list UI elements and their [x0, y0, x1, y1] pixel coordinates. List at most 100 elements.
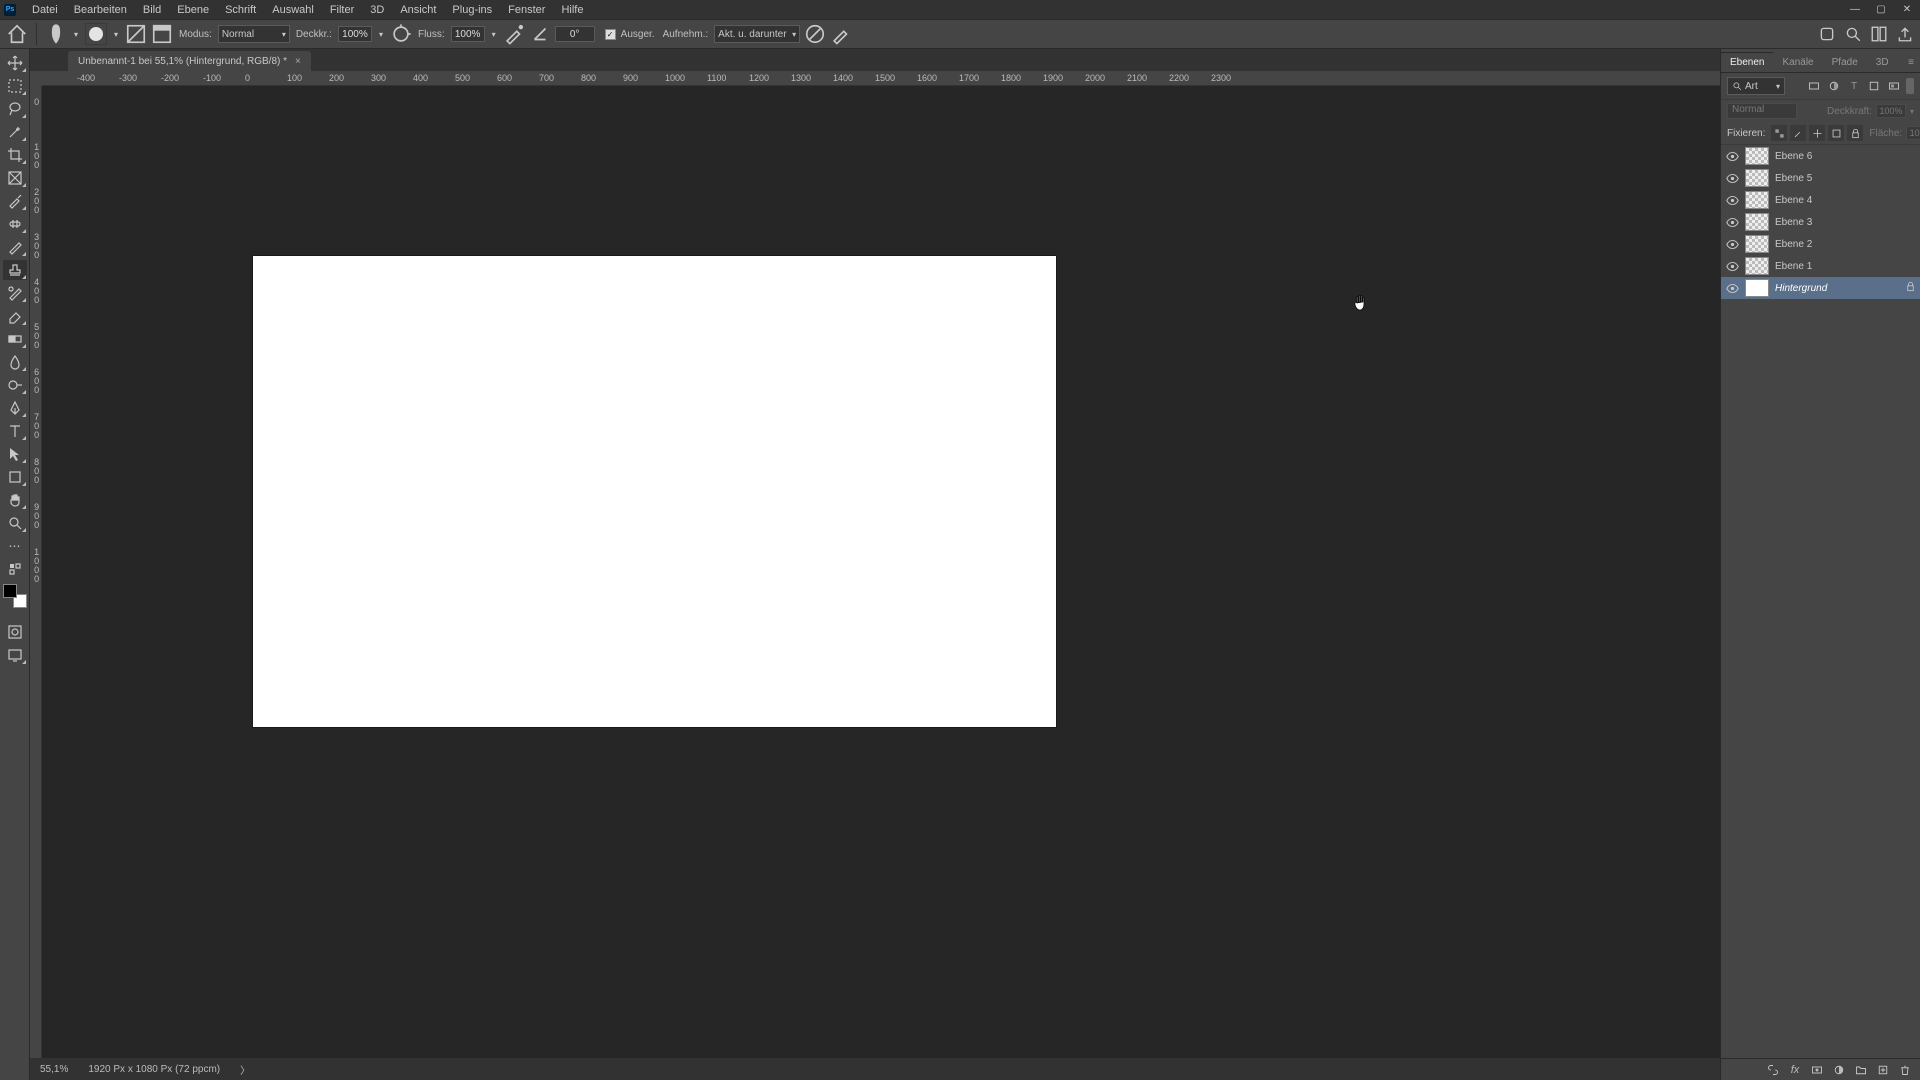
menu-filter[interactable]: Filter [322, 2, 362, 18]
airbrush-button[interactable] [503, 23, 525, 45]
lock-transparency-button[interactable] [1771, 125, 1787, 141]
wand-tool[interactable] [3, 122, 27, 142]
hand-tool[interactable] [3, 490, 27, 510]
layer-mask-button[interactable] [1810, 1063, 1824, 1077]
layer-row[interactable]: Ebene 5 [1721, 167, 1920, 189]
visibility-eye-icon[interactable] [1725, 259, 1739, 273]
lock-icon[interactable] [1905, 281, 1916, 295]
lock-image-button[interactable] [1790, 125, 1806, 141]
group-button[interactable] [1854, 1063, 1868, 1077]
pen-tool[interactable] [3, 398, 27, 418]
menu-auswahl[interactable]: Auswahl [264, 2, 322, 18]
opacity-input[interactable] [338, 26, 372, 42]
menu-schrift[interactable]: Schrift [217, 2, 264, 18]
layer-name[interactable]: Ebene 1 [1775, 261, 1812, 272]
menu-ansicht[interactable]: Ansicht [392, 2, 444, 18]
panel-menu-button[interactable]: ≡ [1902, 53, 1920, 72]
dropdown-icon[interactable]: ▾ [376, 30, 386, 39]
filter-toggle[interactable] [1906, 78, 1914, 94]
history-brush-tool[interactable] [3, 283, 27, 303]
layer-row[interactable]: Ebene 3 [1721, 211, 1920, 233]
artboard[interactable] [253, 256, 1056, 727]
layer-thumbnail[interactable] [1745, 279, 1769, 297]
layer-row[interactable]: Ebene 2 [1721, 233, 1920, 255]
pressure-size-button[interactable] [830, 23, 852, 45]
visibility-eye-icon[interactable] [1725, 237, 1739, 251]
eyedropper-tool[interactable] [3, 191, 27, 211]
lock-nesting-button[interactable] [1828, 125, 1844, 141]
canvas-background[interactable] [42, 86, 1720, 1058]
layer-name[interactable]: Ebene 3 [1775, 217, 1812, 228]
angle-input[interactable] [555, 26, 595, 42]
dodge-tool[interactable] [3, 375, 27, 395]
document-tab[interactable]: Unbenannt-1 bei 55,1% (Hintergrund, RGB/… [68, 51, 311, 71]
menu-bearbeiten[interactable]: Bearbeiten [66, 2, 135, 18]
visibility-eye-icon[interactable] [1725, 193, 1739, 207]
layer-blend-select[interactable]: Normal [1727, 103, 1797, 119]
adjustment-layer-button[interactable] [1832, 1063, 1846, 1077]
new-layer-button[interactable] [1876, 1063, 1890, 1077]
window-minimize-button[interactable]: — [1842, 0, 1868, 19]
more-tools-button[interactable]: ⋯ [3, 536, 27, 556]
sample-select[interactable]: Akt. u. darunter▾ [714, 25, 800, 43]
window-close-button[interactable]: ✕ [1894, 0, 1920, 19]
panel-tab-ebenen[interactable]: Ebenen [1721, 52, 1773, 72]
panel-tab-kanäle[interactable]: Kanäle [1773, 53, 1822, 72]
path-select-tool[interactable] [3, 444, 27, 464]
dropdown-icon[interactable]: ▾ [71, 30, 81, 39]
tool-preset-picker[interactable] [45, 23, 67, 45]
layer-name[interactable]: Ebene 6 [1775, 151, 1812, 162]
close-tab-button[interactable]: × [295, 56, 301, 67]
workspace-button[interactable] [1870, 25, 1888, 43]
layer-name[interactable]: Ebene 4 [1775, 195, 1812, 206]
move-tool[interactable] [3, 53, 27, 73]
layer-name[interactable]: Hintergrund [1775, 283, 1827, 294]
layer-thumbnail[interactable] [1745, 257, 1769, 275]
ruler-vertical[interactable]: 01002003004005006007008009001000 [30, 86, 42, 1058]
flow-input[interactable] [451, 26, 485, 42]
brush-tool[interactable] [3, 237, 27, 257]
delete-layer-button[interactable] [1898, 1063, 1912, 1077]
lock-all-button[interactable] [1847, 125, 1863, 141]
panel-tab-3d[interactable]: 3D [1867, 53, 1898, 72]
layer-thumbnail[interactable] [1745, 235, 1769, 253]
quick-mask-button[interactable] [3, 622, 27, 642]
search-button[interactable] [1844, 25, 1862, 43]
marquee-tool[interactable] [3, 76, 27, 96]
layer-thumbnail[interactable] [1745, 213, 1769, 231]
aligned-checkbox[interactable]: ✓Ausger. [605, 29, 657, 40]
pressure-opacity-button[interactable] [390, 23, 412, 45]
shape-tool[interactable] [3, 467, 27, 487]
edit-toolbar-button[interactable] [3, 559, 27, 579]
layer-row[interactable]: Hintergrund [1721, 277, 1920, 299]
fill-input[interactable] [1906, 126, 1920, 140]
brush-settings-button[interactable] [125, 23, 147, 45]
ruler-horizontal[interactable]: -400-300-200-100010020030040050060070080… [42, 71, 1720, 86]
stamp-tool[interactable] [3, 260, 27, 280]
blend-mode-select[interactable]: Normal▾ [218, 25, 290, 43]
screen-mode-button[interactable] [3, 645, 27, 665]
blur-tool[interactable] [3, 352, 27, 372]
panel-tab-pfade[interactable]: Pfade [1823, 53, 1867, 72]
filter-shape-icon[interactable] [1866, 78, 1882, 94]
layer-name[interactable]: Ebene 5 [1775, 173, 1812, 184]
window-maximize-button[interactable]: ▢ [1868, 0, 1894, 19]
layer-opacity-input[interactable] [1876, 104, 1906, 118]
layer-row[interactable]: Ebene 6 [1721, 145, 1920, 167]
link-layers-button[interactable] [1766, 1063, 1780, 1077]
lock-position-button[interactable] [1809, 125, 1825, 141]
layer-thumbnail[interactable] [1745, 147, 1769, 165]
menu-fenster[interactable]: Fenster [500, 2, 553, 18]
ruler-origin[interactable] [30, 71, 42, 86]
zoom-level[interactable]: 55,1% [40, 1064, 68, 1075]
menu-hilfe[interactable]: Hilfe [553, 2, 591, 18]
menu-plug-ins[interactable]: Plug-ins [444, 2, 500, 18]
ignore-adjustment-button[interactable] [804, 23, 826, 45]
brush-panel-button[interactable] [151, 23, 173, 45]
frame-tool[interactable] [3, 168, 27, 188]
type-tool[interactable] [3, 421, 27, 441]
menu-bild[interactable]: Bild [135, 2, 169, 18]
healing-tool[interactable] [3, 214, 27, 234]
doc-info-arrow[interactable]: 〉 [240, 1062, 250, 1077]
brush-preview[interactable] [85, 23, 107, 45]
